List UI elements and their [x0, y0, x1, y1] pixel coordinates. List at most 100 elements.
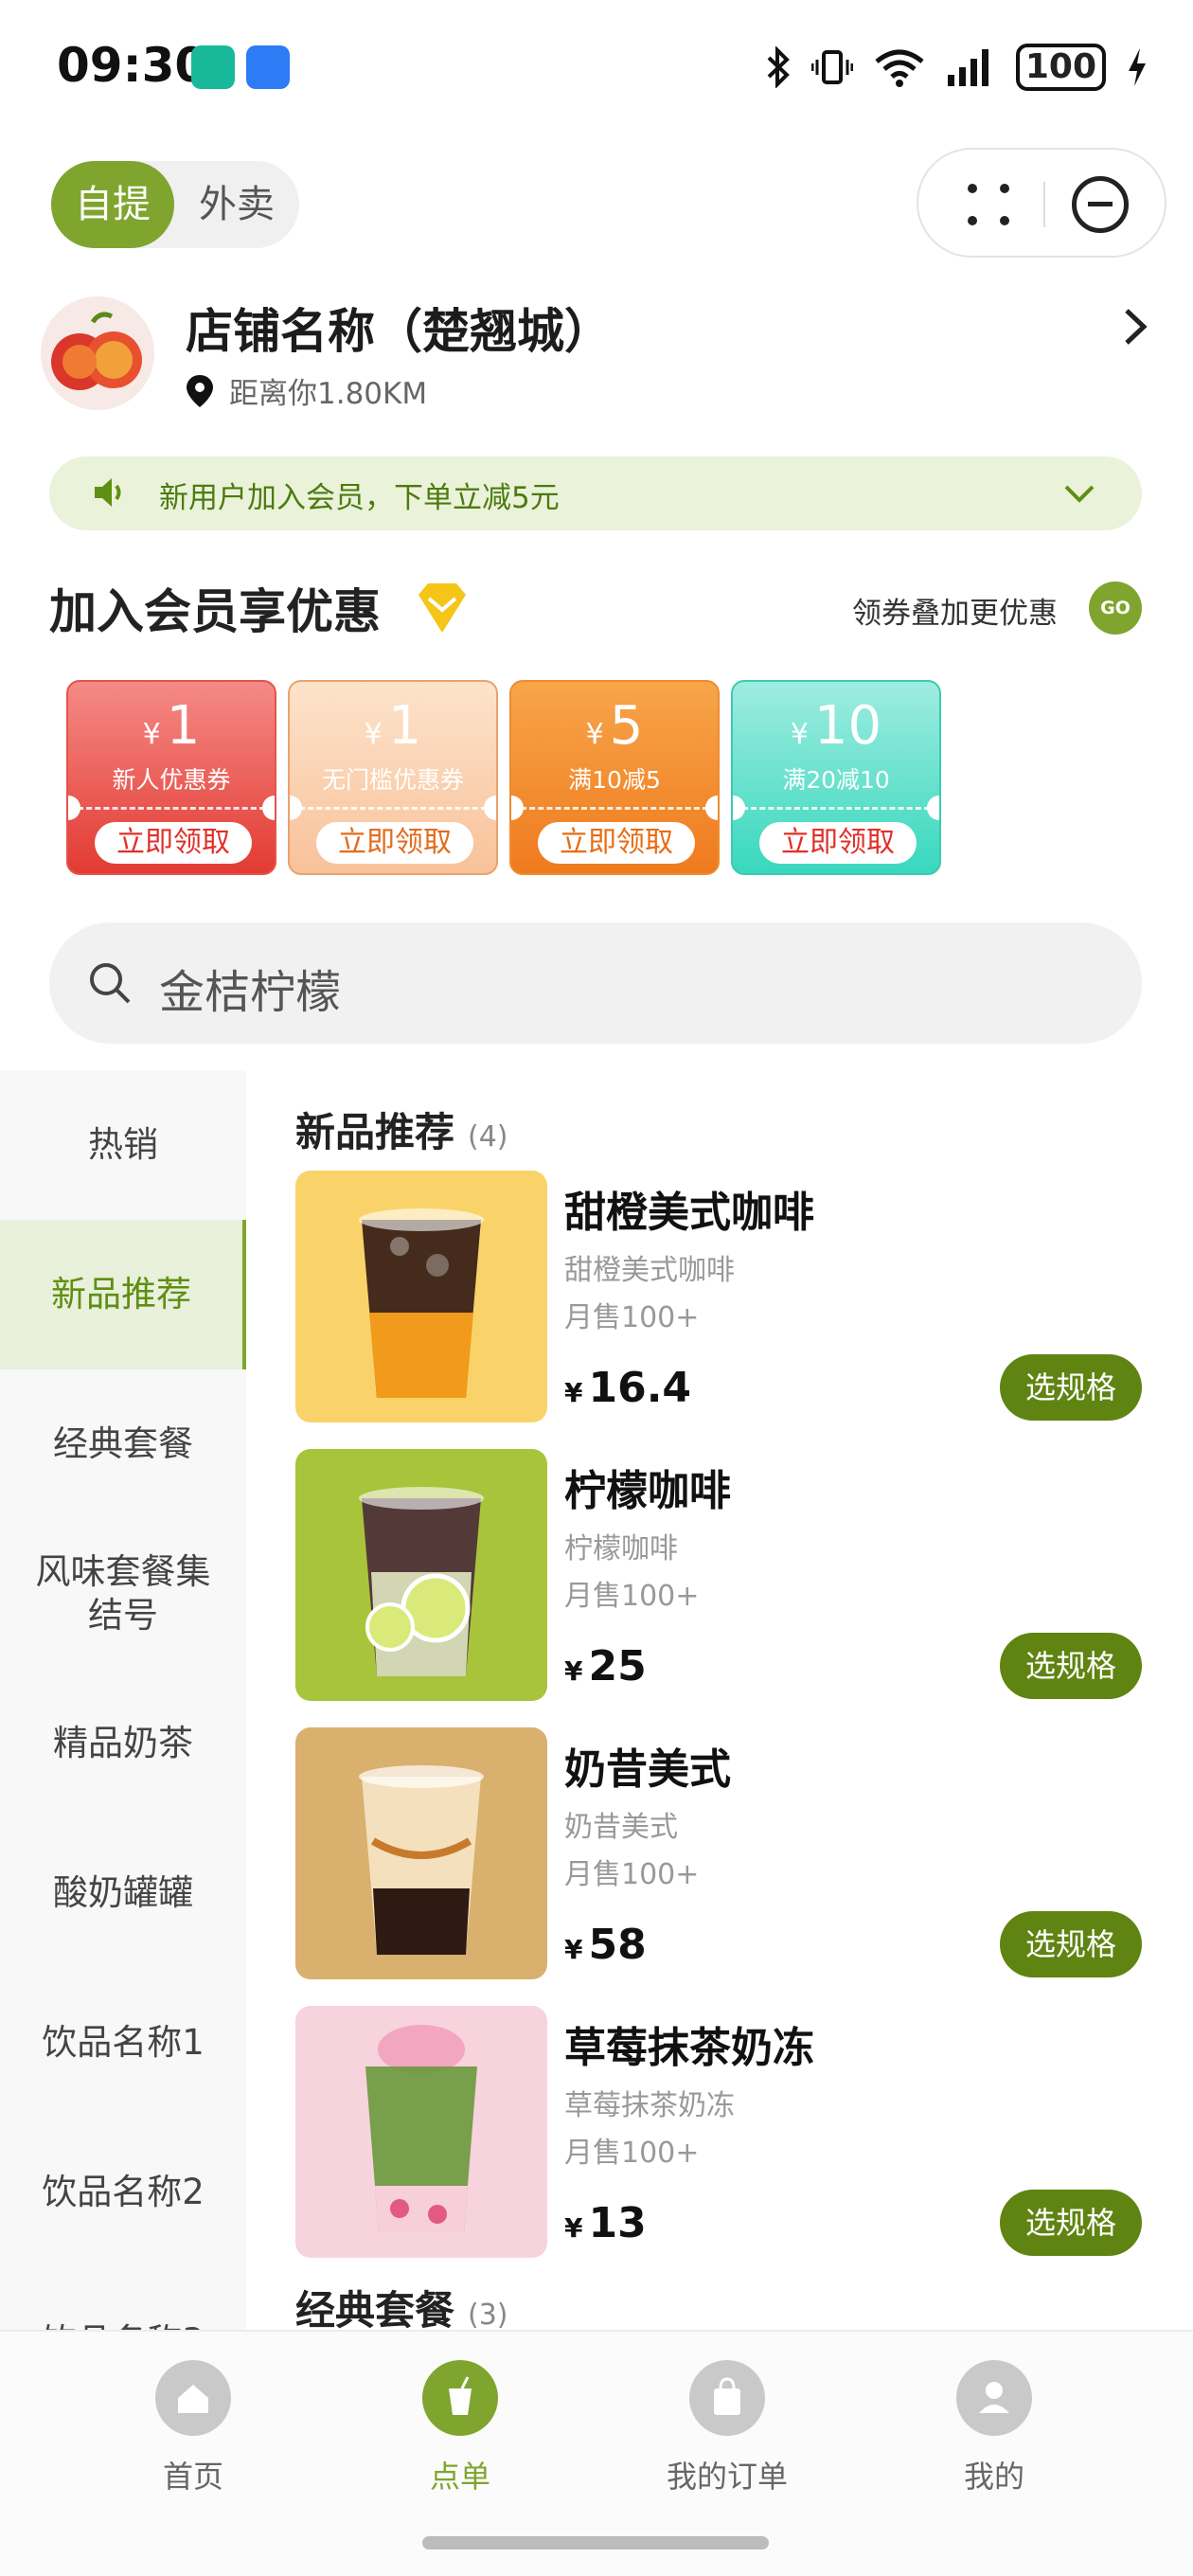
chevron-down-icon[interactable]	[1060, 477, 1098, 510]
category-item[interactable]: 经典套餐	[0, 1369, 246, 1519]
location-pin-icon	[187, 374, 213, 407]
price-value: 16.4	[588, 1364, 692, 1412]
price-value: 58	[588, 1921, 647, 1969]
category-item[interactable]: 精品奶茶	[0, 1669, 246, 1818]
product-image	[295, 1171, 547, 1422]
category-item[interactable]: 热销	[0, 1070, 246, 1220]
coupon-card[interactable]: ¥10 满20减10 立即领取	[731, 680, 941, 875]
claim-coupon-button[interactable]: 立即领取	[316, 822, 473, 864]
product-name: 甜橙美式咖啡	[564, 1189, 814, 1237]
drink-cup-image	[359, 1765, 484, 1955]
coupon-card[interactable]: ¥1 新人优惠券 立即领取	[66, 680, 276, 875]
category-item[interactable]: 饮品名称1	[0, 1968, 246, 2118]
select-spec-button[interactable]: 选规格	[1000, 1354, 1142, 1421]
section-title: 新品推荐 (4)	[295, 1100, 508, 1158]
product-subtitle: 奶昔美式	[564, 1811, 678, 1844]
bag-icon	[689, 2360, 765, 2436]
category-item[interactable]: 饮品名称2	[0, 2118, 246, 2267]
order-mode-toggle: 自提 外卖	[51, 161, 299, 248]
member-title: 加入会员享优惠	[49, 584, 381, 639]
diamond-icon	[418, 583, 466, 633]
price-value: 13	[588, 2199, 647, 2247]
product-item[interactable]: 草莓抹茶奶冻 草莓抹茶奶冻 月售100+ ¥13 选规格	[295, 2006, 1142, 2258]
bluetooth-icon	[767, 46, 790, 88]
store-name[interactable]: 店铺名称（楚翘城）	[186, 294, 612, 362]
user-icon	[956, 2360, 1032, 2436]
tab-label: 首页	[162, 2459, 223, 2495]
coupon-amount: 1	[166, 695, 201, 757]
app-notification-icon	[191, 45, 235, 89]
coupon-currency: ¥	[142, 718, 161, 751]
coupon-notch	[68, 796, 80, 820]
section-count: (4)	[468, 1120, 508, 1154]
search-icon	[90, 963, 131, 1004]
coupon-notch	[705, 796, 718, 820]
more-icon[interactable]	[968, 184, 1009, 225]
search-input[interactable]: 金桔柠檬	[49, 922, 1142, 1044]
product-item[interactable]: 柠檬咖啡 柠檬咖啡 月售100+ ¥25 选规格	[295, 1449, 1142, 1701]
product-name: 奶昔美式	[564, 1745, 731, 1794]
product-sales: 月售100+	[564, 1580, 700, 1613]
coupon-desc: 满10减5	[568, 766, 661, 794]
coupon-card[interactable]: ¥1 无门槛优惠券 立即领取	[288, 680, 498, 875]
coupon-currency: ¥	[585, 718, 604, 751]
tab-home[interactable]: 首页	[98, 2360, 288, 2496]
claim-coupon-button[interactable]: 立即领取	[538, 822, 695, 864]
coupon-divider	[742, 807, 930, 810]
tab-order[interactable]: 点单	[365, 2360, 555, 2496]
coupon-notch	[484, 796, 496, 820]
tab-my-orders[interactable]: 我的订单	[632, 2360, 822, 2496]
currency-symbol: ¥	[564, 1377, 583, 1408]
tab-profile[interactable]: 我的	[899, 2360, 1089, 2496]
coupon-desc: 无门槛优惠券	[321, 766, 464, 794]
home-icon	[155, 2360, 231, 2436]
store-logo	[41, 296, 154, 410]
drink-cup-image	[365, 2025, 477, 2233]
product-item[interactable]: 奶昔美式 奶昔美式 月售100+ ¥58 选规格	[295, 1727, 1142, 1979]
coupon-divider	[299, 807, 487, 810]
claim-coupon-button[interactable]: 立即领取	[95, 822, 252, 864]
close-miniprogram-icon[interactable]	[1072, 176, 1129, 233]
go-button[interactable]: GO	[1089, 581, 1142, 635]
select-spec-button[interactable]: 选规格	[1000, 1911, 1142, 1977]
product-subtitle: 草莓抹茶奶冻	[564, 2089, 735, 2122]
category-item[interactable]: 饮品名称3	[0, 2267, 246, 2330]
category-sidebar: 热销 新品推荐 经典套餐 风味套餐集结号 精品奶茶 酸奶罐罐 饮品名称1 饮品名…	[0, 1070, 246, 2330]
pickup-tab[interactable]: 自提	[51, 161, 174, 248]
coupon-currency: ¥	[364, 718, 383, 751]
category-item[interactable]: 酸奶罐罐	[0, 1818, 246, 1968]
product-subtitle: 甜橙美式咖啡	[564, 1254, 735, 1287]
coupon-card[interactable]: ¥5 满10减5 立即领取	[509, 680, 720, 875]
distance-text: 距离你1.80KM	[229, 377, 428, 411]
product-item[interactable]: 甜橙美式咖啡 甜橙美式咖啡 月售100+ ¥16.4 选规格	[295, 1171, 1142, 1422]
notice-text: 新用户加入会员，下单立减5元	[159, 481, 560, 515]
drink-cup-image	[359, 1208, 484, 1398]
product-price: ¥58	[564, 1921, 647, 1969]
notice-bar[interactable]: 新用户加入会员，下单立减5元	[49, 456, 1142, 530]
status-time: 09:30	[57, 38, 208, 93]
search-text: 金桔柠檬	[159, 966, 342, 1019]
coupon-notch	[511, 796, 524, 820]
battery-indicator: 100	[1015, 44, 1106, 91]
product-price: ¥25	[564, 1642, 647, 1690]
delivery-tab[interactable]: 外卖	[174, 161, 299, 248]
claim-coupon-button[interactable]: 立即领取	[759, 822, 917, 864]
category-item-active[interactable]: 新品推荐	[0, 1220, 246, 1369]
category-item[interactable]: 风味套餐集结号	[0, 1519, 246, 1669]
member-tip[interactable]: 领券叠加更优惠	[852, 589, 1058, 632]
select-spec-button[interactable]: 选规格	[1000, 2190, 1142, 2256]
product-sales: 月售100+	[564, 1301, 700, 1334]
vibrate-icon	[810, 50, 853, 84]
product-image	[295, 2006, 547, 2258]
coupon-notch	[733, 796, 745, 820]
coupon-amount: 5	[609, 695, 644, 757]
coupon-currency: ¥	[790, 718, 809, 751]
select-spec-button[interactable]: 选规格	[1000, 1633, 1142, 1699]
section-title: 经典套餐 (3)	[295, 2279, 508, 2336]
status-bar: 09:30 100	[0, 0, 1193, 133]
chevron-right-icon[interactable]	[1115, 303, 1153, 350]
product-sales: 月售100+	[564, 2137, 700, 2170]
currency-symbol: ¥	[564, 2212, 583, 2244]
home-indicator[interactable]	[422, 2536, 769, 2549]
product-subtitle: 柠檬咖啡	[564, 1532, 678, 1565]
